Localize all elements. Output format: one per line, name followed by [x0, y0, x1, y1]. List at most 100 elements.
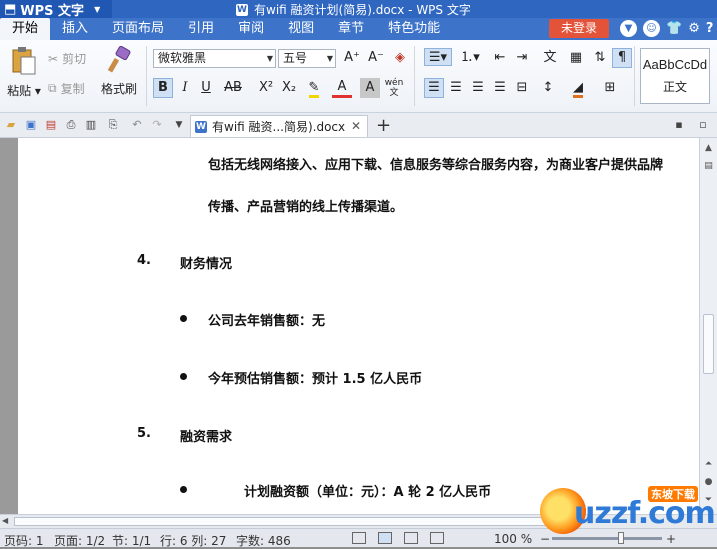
close-icon[interactable]: ✕	[351, 119, 361, 133]
status-row-col: 行: 6 列: 27	[160, 534, 227, 548]
distributed-button[interactable]: ⊟	[512, 78, 532, 98]
tab-references[interactable]: 引用	[176, 18, 226, 40]
app-menu-button[interactable]: ⬒ WPS 文字 ▼	[0, 0, 112, 19]
print-preview-icon[interactable]: ▥	[84, 118, 98, 132]
minimize-doc-icon[interactable]: ▪	[672, 118, 686, 132]
tab-home[interactable]: 开始	[0, 18, 51, 40]
redo-icon[interactable]: ↷	[150, 118, 164, 132]
window-title-text: 有wifi 融资计划(简易).docx - WPS 文字	[254, 3, 471, 17]
font-color-button[interactable]: A	[332, 78, 352, 98]
chevron-down-icon[interactable]: ▼	[172, 118, 186, 132]
table-button[interactable]: ▦	[566, 48, 586, 68]
superscript-button[interactable]: X²	[256, 78, 276, 98]
grow-font-button[interactable]: A⁺	[342, 48, 362, 68]
bold-button[interactable]: B	[153, 78, 173, 98]
align-center-button[interactable]: ☰	[446, 78, 466, 98]
copy-button[interactable]: ⧉ 复制	[48, 80, 85, 97]
vertical-scrollbar[interactable]: ▲ ▤ ⏶ ● ⏷	[699, 138, 717, 514]
page-view-icon[interactable]	[378, 532, 392, 544]
line-spacing-button[interactable]: ↕	[538, 78, 558, 98]
align-right-icon: ☰	[472, 80, 484, 95]
settings-icon[interactable]: ⚙	[688, 20, 700, 37]
cut-label: 剪切	[62, 52, 87, 66]
heading-finance: 财务情况	[180, 257, 233, 272]
status-zoom[interactable]: 100 %	[494, 532, 532, 546]
increase-indent-button[interactable]: ⇥	[512, 48, 532, 68]
show-marks-button[interactable]: ¶	[612, 48, 632, 68]
feedback-icon[interactable]: ☺	[643, 20, 660, 37]
print-icon[interactable]: ⎙	[64, 118, 78, 132]
font-size-select[interactable]: 五号 ▼	[278, 49, 336, 68]
word-doc-icon: W	[195, 120, 207, 133]
subscript-button[interactable]: X₂	[279, 78, 299, 98]
reading-mode-icon[interactable]	[352, 532, 366, 544]
strikethrough-button[interactable]: AB	[222, 78, 244, 98]
phonetic-guide-button[interactable]: wén 文	[384, 78, 404, 98]
page-settings-icon[interactable]: ▤	[702, 160, 715, 173]
font-size-value: 五号	[283, 51, 308, 65]
bullet-icon	[180, 486, 187, 493]
scroll-thumb[interactable]	[703, 314, 714, 374]
sort-button[interactable]: ⇅	[590, 48, 610, 68]
eraser-icon: ◈	[395, 50, 405, 65]
chinese-layout-button[interactable]: 文	[540, 48, 560, 68]
numbered-list-button[interactable]: ⒈▾	[456, 48, 484, 68]
new-tab-button[interactable]: +	[376, 115, 391, 136]
decrease-indent-button[interactable]: ⇤	[490, 48, 510, 68]
brush-icon	[107, 45, 131, 73]
outdent-icon: ⇤	[494, 50, 506, 65]
help-icon[interactable]: ?	[706, 20, 714, 37]
shrink-font-button[interactable]: A⁻	[366, 48, 386, 68]
status-word-count[interactable]: 字数: 486	[236, 532, 291, 549]
align-right-button[interactable]: ☰	[468, 78, 488, 98]
save-icon[interactable]: ▣	[24, 118, 38, 132]
tab-insert[interactable]: 插入	[50, 18, 100, 40]
line-spacing-icon: ↕	[542, 80, 554, 95]
align-center-icon: ☰	[450, 80, 462, 95]
scroll-thumb[interactable]	[14, 517, 554, 526]
scroll-up-icon[interactable]: ▲	[702, 142, 715, 155]
tab-view[interactable]: 视图	[276, 18, 326, 40]
open-folder-icon[interactable]: ▰	[4, 118, 18, 132]
zoom-slider[interactable]	[552, 537, 662, 540]
style-normal[interactable]: AaBbCcDd 正文	[640, 48, 710, 104]
undo-icon[interactable]: ↶	[130, 118, 144, 132]
export-pdf-icon[interactable]: ▤	[44, 118, 58, 132]
document-canvas[interactable]: 包括无线网络接入、应用下载、信息服务等综合服务内容，为商业客户提供品牌 传播、产…	[0, 138, 699, 514]
font-name-select[interactable]: 微软雅黑 ▼	[153, 49, 276, 68]
cut-button[interactable]: ✂ 剪切	[48, 50, 86, 67]
restore-doc-icon[interactable]: ▫	[696, 118, 710, 132]
paste-button[interactable]: 粘贴 ▾	[6, 46, 42, 99]
italic-button[interactable]: I	[175, 78, 195, 98]
scissors-icon: ✂	[48, 51, 59, 66]
bullet-list-button[interactable]: ☰▾	[424, 48, 452, 66]
char-shading-button[interactable]: A	[360, 78, 380, 98]
borders-button[interactable]: ⊞	[600, 78, 620, 98]
web-view-icon[interactable]	[430, 532, 444, 544]
tab-review[interactable]: 审阅	[226, 18, 276, 40]
clear-format-button[interactable]: ◈	[390, 48, 410, 68]
shading-button[interactable]: ◢	[568, 78, 588, 98]
tab-section[interactable]: 章节	[326, 18, 376, 40]
copy-label: 复制	[60, 82, 85, 96]
tab-page-layout[interactable]: 页面布局	[100, 18, 176, 40]
document-page[interactable]: 包括无线网络接入、应用下载、信息服务等综合服务内容，为商业客户提供品牌 传播、产…	[18, 138, 699, 514]
tab-special-features[interactable]: 特色功能	[376, 18, 452, 40]
list-item: 计划融资额（单位：元）：A 轮 2 亿人民币	[244, 485, 492, 500]
format-painter-button[interactable]: 格式刷	[100, 45, 138, 97]
document-tab[interactable]: W 有wifi 融资...简易).docx ✕	[190, 115, 368, 137]
login-button[interactable]: 未登录	[549, 19, 609, 38]
shirt-icon[interactable]: 👕	[666, 20, 682, 37]
skin-icon[interactable]: ▼	[620, 20, 637, 37]
previous-page-icon[interactable]: ⏶	[702, 458, 715, 471]
outline-view-icon[interactable]	[404, 532, 418, 544]
align-left-button[interactable]: ☰	[424, 78, 444, 98]
list-item: 今年预估销售额：预计 1.5 亿人民币	[208, 372, 423, 387]
justify-button[interactable]: ☰	[490, 78, 510, 98]
document-icon: W	[236, 3, 248, 16]
scroll-left-icon[interactable]: ◀	[2, 516, 8, 525]
status-section: 节: 1/1	[112, 534, 152, 548]
preview-icon[interactable]: ⎘	[106, 118, 120, 132]
underline-button[interactable]: U	[196, 78, 216, 98]
highlight-button[interactable]: ✎	[304, 78, 324, 98]
